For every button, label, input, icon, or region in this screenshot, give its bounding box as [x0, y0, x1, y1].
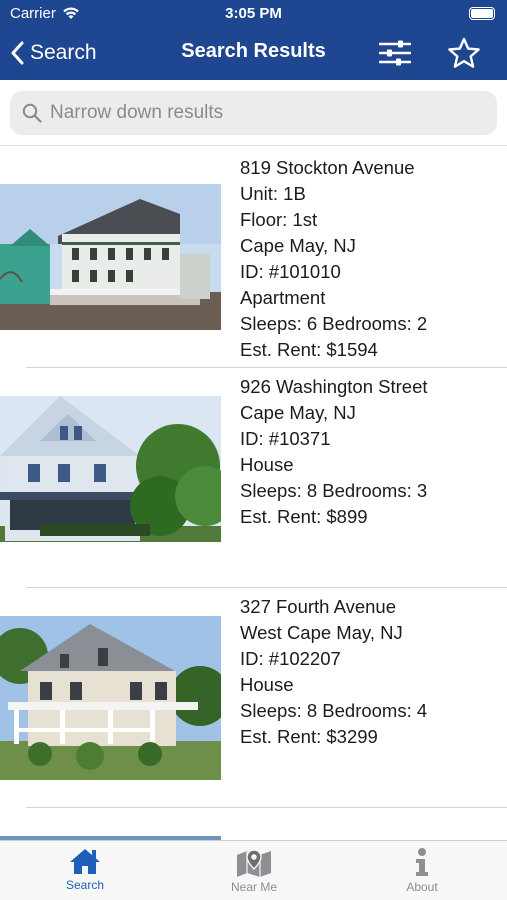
- house-icon: [70, 849, 100, 874]
- search-field-container[interactable]: [10, 91, 497, 135]
- listing-type: House: [240, 674, 294, 695]
- tab-near-me[interactable]: Near Me: [194, 841, 314, 900]
- listing-capacity: Sleeps: 8 Bedrooms: 4: [240, 700, 428, 721]
- info-icon: [416, 848, 428, 876]
- listing-capacity: Sleeps: 8 Bedrooms: 3: [240, 480, 428, 501]
- search-icon: [22, 103, 42, 123]
- listing-rent: Est. Rent: $899: [240, 506, 368, 527]
- listing-rent: Est. Rent: $1594: [240, 339, 378, 360]
- status-bar: Carrier 3:05 PM: [0, 0, 507, 28]
- battery-icon: [469, 7, 495, 20]
- listing-city: Cape May, NJ: [240, 402, 356, 423]
- listing-row[interactable]: 926 Washington Street Cape May, NJ ID: #…: [0, 368, 507, 588]
- listing-row[interactable]: 327 Fourth Avenue West Cape May, NJ ID: …: [0, 588, 507, 808]
- listing-photo: [0, 184, 221, 330]
- results-list: 819 Stockton Avenue Unit: 1B Floor: 1st …: [0, 147, 507, 840]
- listing-details: 327 Fourth Avenue West Cape May, NJ ID: …: [240, 594, 427, 750]
- listing-details: 926 Washington Street Cape May, NJ ID: #…: [240, 374, 428, 530]
- listing-id: ID: #101010: [240, 261, 341, 282]
- listing-id: ID: #10371: [240, 428, 331, 449]
- listing-type: Apartment: [240, 287, 326, 308]
- search-input[interactable]: [50, 102, 470, 124]
- listing-capacity: Sleeps: 6 Bedrooms: 2: [240, 313, 428, 334]
- page-title: Search Results: [181, 40, 326, 62]
- listing-id: ID: #102207: [240, 648, 341, 669]
- tab-label: Near Me: [230, 880, 277, 894]
- favorites-button[interactable]: [445, 34, 483, 72]
- listing-type: House: [240, 454, 294, 475]
- listing-address: 327 Fourth Avenue: [240, 596, 397, 617]
- tab-search[interactable]: Search: [25, 841, 145, 900]
- listing-city: Cape May, NJ: [240, 235, 356, 256]
- listing-row-partial[interactable]: [0, 808, 507, 840]
- tab-about[interactable]: About: [362, 841, 482, 900]
- listing-details: 819 Stockton Avenue Unit: 1B Floor: 1st …: [240, 155, 427, 363]
- navigation-bar: Carrier 3:05 PM Search Search Results: [0, 0, 507, 80]
- listing-city: West Cape May, NJ: [240, 622, 403, 643]
- listing-rent: Est. Rent: $3299: [240, 726, 378, 747]
- listing-photo: [0, 616, 221, 780]
- sliders-icon: [379, 40, 411, 66]
- star-outline-icon: [448, 37, 480, 68]
- tab-bar: Search Near Me About: [0, 840, 507, 900]
- listing-address: 819 Stockton Avenue: [240, 157, 415, 178]
- listing-photo: [0, 396, 221, 542]
- tab-label: Search: [65, 878, 105, 892]
- listing-floor: Floor: 1st: [240, 209, 318, 230]
- map-pin-icon: [237, 849, 271, 877]
- search-bar: [0, 80, 507, 146]
- listing-address: 926 Washington Street: [240, 376, 428, 397]
- listing-row[interactable]: 819 Stockton Avenue Unit: 1B Floor: 1st …: [0, 147, 507, 368]
- status-time: 3:05 PM: [225, 5, 282, 22]
- listing-unit: Unit: 1B: [240, 183, 306, 204]
- filter-button[interactable]: [376, 34, 414, 72]
- tab-label: About: [406, 880, 438, 894]
